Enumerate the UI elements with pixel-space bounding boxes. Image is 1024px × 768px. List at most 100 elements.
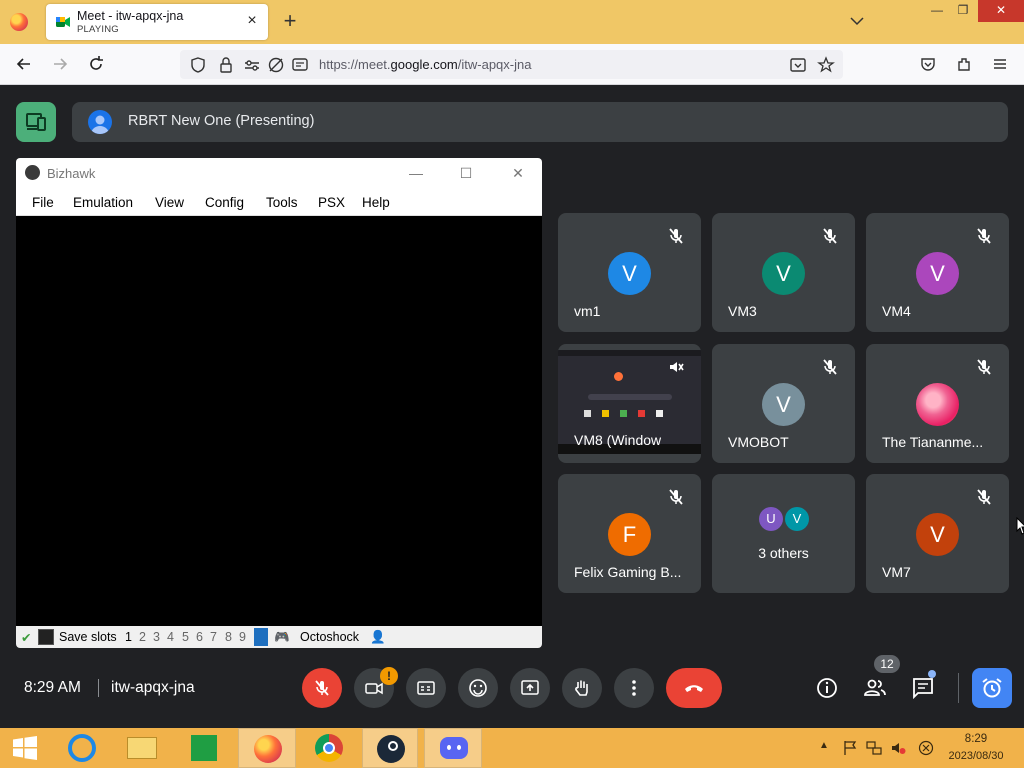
participant-name: The Tiananme... bbox=[882, 434, 984, 450]
presentation-layout-button[interactable] bbox=[16, 102, 56, 142]
core-name: Octoshock bbox=[300, 630, 360, 644]
action-center-flag-icon[interactable] bbox=[842, 740, 858, 756]
save-slot-2: 2 bbox=[139, 630, 146, 644]
participant-tile-others[interactable]: U V 3 others bbox=[712, 474, 855, 593]
firefox-icon[interactable] bbox=[10, 13, 28, 31]
people-icon[interactable] bbox=[863, 676, 887, 700]
save-slot-8: 8 bbox=[225, 630, 232, 644]
participant-tile-vm4[interactable]: V VM4 bbox=[866, 213, 1009, 332]
more-options-button[interactable] bbox=[614, 668, 654, 708]
bizhawk-menu-bar: File Emulation View Config Tools PSX Hel… bbox=[16, 189, 542, 216]
lock-icon[interactable] bbox=[216, 55, 236, 75]
extensions-icon[interactable] bbox=[954, 54, 974, 74]
back-arrow-icon[interactable] bbox=[14, 54, 34, 74]
participant-name: VM8 (Window bbox=[574, 432, 662, 448]
participant-tile-vm3[interactable]: V VM3 bbox=[712, 213, 855, 332]
google-meet-icon bbox=[56, 17, 70, 27]
bizhawk-maximize-icon: ☐ bbox=[459, 165, 473, 181]
bizhawk-menu-view: View bbox=[155, 195, 185, 210]
closed-captions-icon bbox=[417, 681, 435, 695]
save-slot-5: 5 bbox=[182, 630, 189, 644]
folder-icon bbox=[127, 737, 157, 759]
others-count-label: 3 others bbox=[758, 545, 809, 561]
autoplay-blocked-icon[interactable] bbox=[266, 55, 286, 75]
volume-muted-icon[interactable] bbox=[890, 740, 906, 756]
presenter-avatar bbox=[88, 110, 112, 134]
emulator-screen bbox=[16, 216, 542, 626]
close-circle-icon[interactable] bbox=[918, 740, 934, 756]
address-bar[interactable]: https://meet.google.com/itw-apqx-jna bbox=[180, 50, 843, 79]
taskbar-chrome[interactable] bbox=[302, 728, 356, 768]
bizhawk-menu-config: Config bbox=[205, 195, 245, 210]
taskbar-file-explorer[interactable] bbox=[116, 728, 168, 768]
leave-call-button[interactable] bbox=[666, 668, 722, 708]
start-button[interactable] bbox=[0, 728, 52, 768]
show-hidden-icons-icon[interactable]: ▲ bbox=[819, 740, 835, 756]
hamburger-menu-icon[interactable] bbox=[990, 54, 1010, 74]
participant-tile-vm8[interactable]: VM8 (Window bbox=[558, 344, 701, 463]
participant-tile-tiananmen[interactable]: The Tiananme... bbox=[866, 344, 1009, 463]
mic-muted-icon bbox=[669, 489, 683, 505]
steam-icon bbox=[377, 735, 405, 763]
avatar: V bbox=[762, 252, 805, 295]
people-count-badge: 12 bbox=[874, 655, 900, 673]
reload-icon[interactable] bbox=[86, 54, 106, 74]
save-slot-4: 4 bbox=[167, 630, 174, 644]
taskbar-steam[interactable] bbox=[362, 728, 418, 768]
taskbar-firefox[interactable] bbox=[238, 728, 296, 768]
captions-button[interactable] bbox=[406, 668, 446, 708]
close-window-button[interactable]: ✕ bbox=[978, 0, 1024, 22]
participant-name: VM3 bbox=[728, 303, 757, 319]
taskbar-internet-explorer[interactable] bbox=[56, 728, 108, 768]
tab-title: Meet - itw-apqx-jna bbox=[77, 9, 184, 23]
participant-tile-felix[interactable]: F Felix Gaming B... bbox=[558, 474, 701, 593]
participant-tile-vm7[interactable]: V VM7 bbox=[866, 474, 1009, 593]
user-icon: 👤 bbox=[370, 630, 386, 644]
chat-icon[interactable] bbox=[911, 676, 935, 700]
participant-name: VMOBOT bbox=[728, 434, 789, 450]
raise-hand-button[interactable] bbox=[562, 668, 602, 708]
taskbar-discord[interactable] bbox=[424, 728, 482, 768]
restore-window-button[interactable]: ❐ bbox=[946, 0, 980, 22]
slot-selector-icon bbox=[254, 628, 268, 646]
meeting-details-icon[interactable] bbox=[815, 676, 839, 700]
forward-arrow-icon[interactable] bbox=[50, 54, 70, 74]
hand-icon bbox=[575, 680, 588, 696]
page-info-icon[interactable] bbox=[290, 55, 310, 75]
bizhawk-menu-help: Help bbox=[362, 195, 390, 210]
pocket-icon[interactable] bbox=[918, 54, 938, 74]
system-clock-time[interactable]: 8:29 bbox=[948, 733, 1004, 745]
check-icon: ✔ bbox=[21, 631, 32, 645]
new-tab-button[interactable]: + bbox=[279, 10, 301, 32]
reactions-button[interactable] bbox=[458, 668, 498, 708]
system-clock-date[interactable]: 2023/08/30 bbox=[948, 750, 1004, 762]
permissions-icon[interactable] bbox=[242, 55, 262, 75]
chat-notification-dot bbox=[928, 670, 936, 678]
activities-button[interactable] bbox=[972, 668, 1012, 708]
emoji-icon bbox=[469, 679, 487, 697]
participant-name: VM7 bbox=[882, 564, 911, 580]
participant-tile-vm1[interactable]: V vm1 bbox=[558, 213, 701, 332]
taskbar-store[interactable] bbox=[178, 728, 230, 768]
participant-tile-vmobot[interactable]: V VMOBOT bbox=[712, 344, 855, 463]
avatar: V bbox=[916, 513, 959, 556]
discord-icon bbox=[440, 737, 468, 759]
mic-muted-icon bbox=[669, 228, 683, 244]
reader-view-icon[interactable] bbox=[788, 55, 808, 75]
shield-icon[interactable] bbox=[188, 55, 208, 75]
chevron-down-icon[interactable] bbox=[848, 12, 866, 30]
bookmark-star-icon[interactable] bbox=[816, 55, 836, 75]
microphone-toggle-button[interactable] bbox=[302, 668, 342, 708]
close-tab-icon[interactable]: × bbox=[244, 13, 260, 29]
participant-name: vm1 bbox=[574, 303, 601, 319]
url-text[interactable]: https://meet.google.com/itw-apqx-jna bbox=[319, 57, 531, 72]
bizhawk-title-bar: Bizhawk — ☐ ✕ bbox=[16, 158, 542, 189]
network-icon[interactable] bbox=[866, 740, 882, 756]
mic-muted-icon bbox=[977, 359, 991, 375]
save-slot-3: 3 bbox=[153, 630, 160, 644]
meeting-clock: 8:29 AM bbox=[24, 679, 81, 696]
browser-tab-meet[interactable]: Meet - itw-apqx-jna PLAYING × bbox=[46, 4, 268, 40]
present-screen-button[interactable] bbox=[510, 668, 550, 708]
windows-taskbar: ▲ 8:29 2023/08/30 bbox=[0, 728, 1024, 768]
presenting-label: RBRT New One (Presenting) bbox=[128, 113, 315, 129]
